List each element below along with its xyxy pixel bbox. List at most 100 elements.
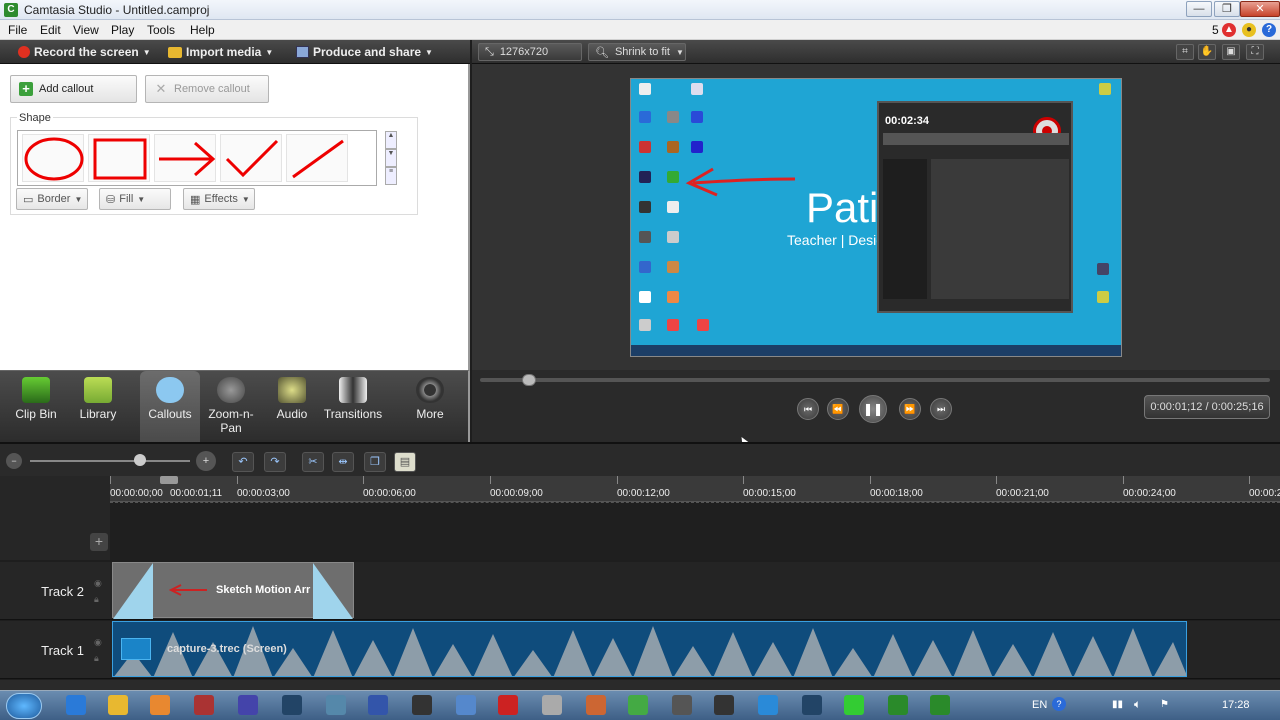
skip-to-end-button[interactable]: ⏭ bbox=[930, 398, 952, 420]
tab-clip-bin[interactable]: Clip Bin bbox=[8, 371, 64, 443]
timeline-ruler[interactable]: 00:00:01;11 00:00:00;00 00:00:03;00 00:0… bbox=[110, 476, 1280, 502]
effects-dropdown[interactable]: ▦ Effects ▼ bbox=[183, 188, 255, 210]
chrome-icon[interactable] bbox=[628, 695, 648, 715]
cut-icon[interactable]: ✂ bbox=[302, 452, 324, 472]
fill-dropdown[interactable]: ⛁ Fill ▼ bbox=[99, 188, 171, 210]
menu-file[interactable]: File bbox=[8, 23, 27, 37]
scrub-thumb[interactable] bbox=[522, 374, 536, 386]
app-icon[interactable] bbox=[412, 695, 432, 715]
pause-button[interactable]: ❚❚ bbox=[859, 395, 887, 423]
fade-in-handle[interactable] bbox=[113, 563, 153, 619]
timeline-zoom-slider[interactable] bbox=[30, 460, 190, 462]
photoshop-icon[interactable] bbox=[282, 695, 302, 715]
maximize-button[interactable]: ❐ bbox=[1214, 1, 1240, 17]
ie-icon[interactable] bbox=[66, 695, 86, 715]
playhead-marker[interactable] bbox=[160, 476, 178, 484]
add-callout-button[interactable]: + Add callout bbox=[10, 75, 137, 103]
gallery-scroll-down[interactable]: ▼ bbox=[385, 149, 397, 167]
steam-icon[interactable] bbox=[802, 695, 822, 715]
menu-play[interactable]: Play bbox=[111, 23, 134, 37]
rectangle-shape[interactable] bbox=[88, 134, 150, 182]
menu-help[interactable]: Help bbox=[190, 23, 215, 37]
paste-icon[interactable]: ▤ bbox=[394, 452, 416, 472]
screen-recording-clip[interactable]: capture-3.trec (Screen) bbox=[112, 621, 1187, 677]
tab-audio[interactable]: Audio bbox=[264, 371, 320, 443]
checkmark-shape[interactable] bbox=[220, 134, 282, 182]
tip-bulb-icon[interactable]: ● bbox=[1242, 23, 1256, 37]
scrub-bar[interactable] bbox=[480, 378, 1270, 382]
line-icon[interactable] bbox=[844, 695, 864, 715]
tab-transitions[interactable]: Transitions bbox=[322, 371, 384, 443]
track-2-header[interactable]: Track 2 ◉ 🔒︎ bbox=[0, 562, 110, 620]
tray-clock[interactable]: 17:28 bbox=[1222, 699, 1250, 711]
track-visibility-icon[interactable]: ◉ bbox=[94, 578, 102, 589]
track-lock-icon[interactable]: 🔒︎ bbox=[94, 594, 99, 605]
tray-network-icon[interactable]: ▮▮ bbox=[1112, 699, 1123, 710]
preview-size-icon[interactable]: ▣ bbox=[1222, 44, 1240, 60]
media-player-icon[interactable] bbox=[150, 695, 170, 715]
fullscreen-icon[interactable]: ⛶ bbox=[1246, 44, 1264, 60]
preview-canvas[interactable]: Patip Teacher | Desig 00:02:34 bbox=[630, 78, 1122, 357]
menu-edit[interactable]: Edit bbox=[40, 23, 61, 37]
tab-more[interactable]: More bbox=[400, 371, 460, 443]
zoom-in-icon[interactable]: + bbox=[196, 451, 216, 471]
tray-language[interactable]: EN bbox=[1032, 699, 1047, 711]
border-dropdown[interactable]: ▭ Border ▼ bbox=[16, 188, 88, 210]
app-icon[interactable] bbox=[326, 695, 346, 715]
fast-forward-button[interactable]: ⏩ bbox=[899, 398, 921, 420]
menu-tools[interactable]: Tools bbox=[147, 23, 175, 37]
camtasia-taskbar-icon[interactable] bbox=[888, 695, 908, 715]
tab-callouts[interactable]: Callouts bbox=[140, 371, 200, 443]
skip-to-start-button[interactable]: ⏮ bbox=[797, 398, 819, 420]
remove-callout-button[interactable]: ✕ Remove callout bbox=[145, 75, 269, 103]
gallery-expand[interactable]: ≡ bbox=[385, 167, 397, 185]
track-1-header[interactable]: Track 1 ◉ 🔒︎ bbox=[0, 621, 110, 679]
app-icon[interactable] bbox=[714, 695, 734, 715]
track-lock-icon[interactable]: 🔒︎ bbox=[94, 653, 99, 664]
rewind-button[interactable]: ⏪ bbox=[827, 398, 849, 420]
timeline-zoom-thumb[interactable] bbox=[134, 454, 146, 466]
illustrator-icon[interactable] bbox=[194, 695, 214, 715]
minimize-button[interactable]: — bbox=[1186, 1, 1212, 17]
tab-library[interactable]: Library bbox=[70, 371, 126, 443]
app-icon[interactable] bbox=[758, 695, 778, 715]
track-visibility-icon[interactable]: ◉ bbox=[94, 637, 102, 648]
notification-bell-icon[interactable]: ▲ bbox=[1222, 23, 1236, 37]
pan-hand-icon[interactable]: ✋ bbox=[1198, 44, 1216, 60]
undo-icon[interactable]: ↶ bbox=[232, 452, 254, 472]
tray-help-icon[interactable]: ? bbox=[1052, 697, 1066, 711]
add-track-icon[interactable]: + bbox=[90, 533, 108, 551]
crop-icon[interactable]: ⌗ bbox=[1176, 44, 1194, 60]
unity-icon[interactable] bbox=[672, 695, 692, 715]
redo-icon[interactable]: ↷ bbox=[264, 452, 286, 472]
premiere-icon[interactable] bbox=[238, 695, 258, 715]
dimensions-dropdown[interactable]: ⤡ 1276x720 bbox=[478, 43, 582, 61]
record-screen-button[interactable]: Record the screen ▼ bbox=[18, 44, 151, 60]
zoom-dropdown[interactable]: 🔍︎ Shrink to fit ▼ bbox=[588, 43, 686, 61]
app-icon[interactable] bbox=[456, 695, 476, 715]
zoom-out-icon[interactable]: − bbox=[6, 453, 22, 469]
copy-icon[interactable]: ❐ bbox=[364, 452, 386, 472]
windows-start-icon[interactable] bbox=[6, 693, 42, 719]
tray-flag-icon[interactable]: ⚑ bbox=[1160, 699, 1169, 710]
line-shape[interactable] bbox=[286, 134, 348, 182]
ellipse-shape[interactable] bbox=[22, 134, 84, 182]
tray-volume-icon[interactable]: 🔈︎ bbox=[1134, 697, 1141, 712]
app-icon[interactable] bbox=[586, 695, 606, 715]
close-button[interactable]: ✕ bbox=[1240, 1, 1280, 17]
menu-view[interactable]: View bbox=[73, 23, 99, 37]
arrow-shape[interactable] bbox=[154, 134, 216, 182]
fade-out-handle[interactable] bbox=[313, 563, 353, 619]
timeline-horizontal-scrollbar[interactable] bbox=[0, 680, 1280, 690]
app-icon[interactable] bbox=[542, 695, 562, 715]
camtasia-recorder-taskbar-icon[interactable] bbox=[930, 695, 950, 715]
visual-studio-icon[interactable] bbox=[368, 695, 388, 715]
produce-share-button[interactable]: Produce and share ▼ bbox=[296, 44, 433, 60]
gallery-scroll-up[interactable]: ▲ bbox=[385, 131, 397, 149]
explorer-folder-icon[interactable] bbox=[108, 695, 128, 715]
import-media-button[interactable]: Import media ▼ bbox=[168, 44, 273, 60]
help-icon[interactable]: ? bbox=[1262, 23, 1276, 37]
split-icon[interactable]: ⇹ bbox=[332, 452, 354, 472]
tab-zoom-n-pan[interactable]: Zoom-n-Pan bbox=[202, 371, 260, 443]
recorder-icon[interactable] bbox=[498, 695, 518, 715]
